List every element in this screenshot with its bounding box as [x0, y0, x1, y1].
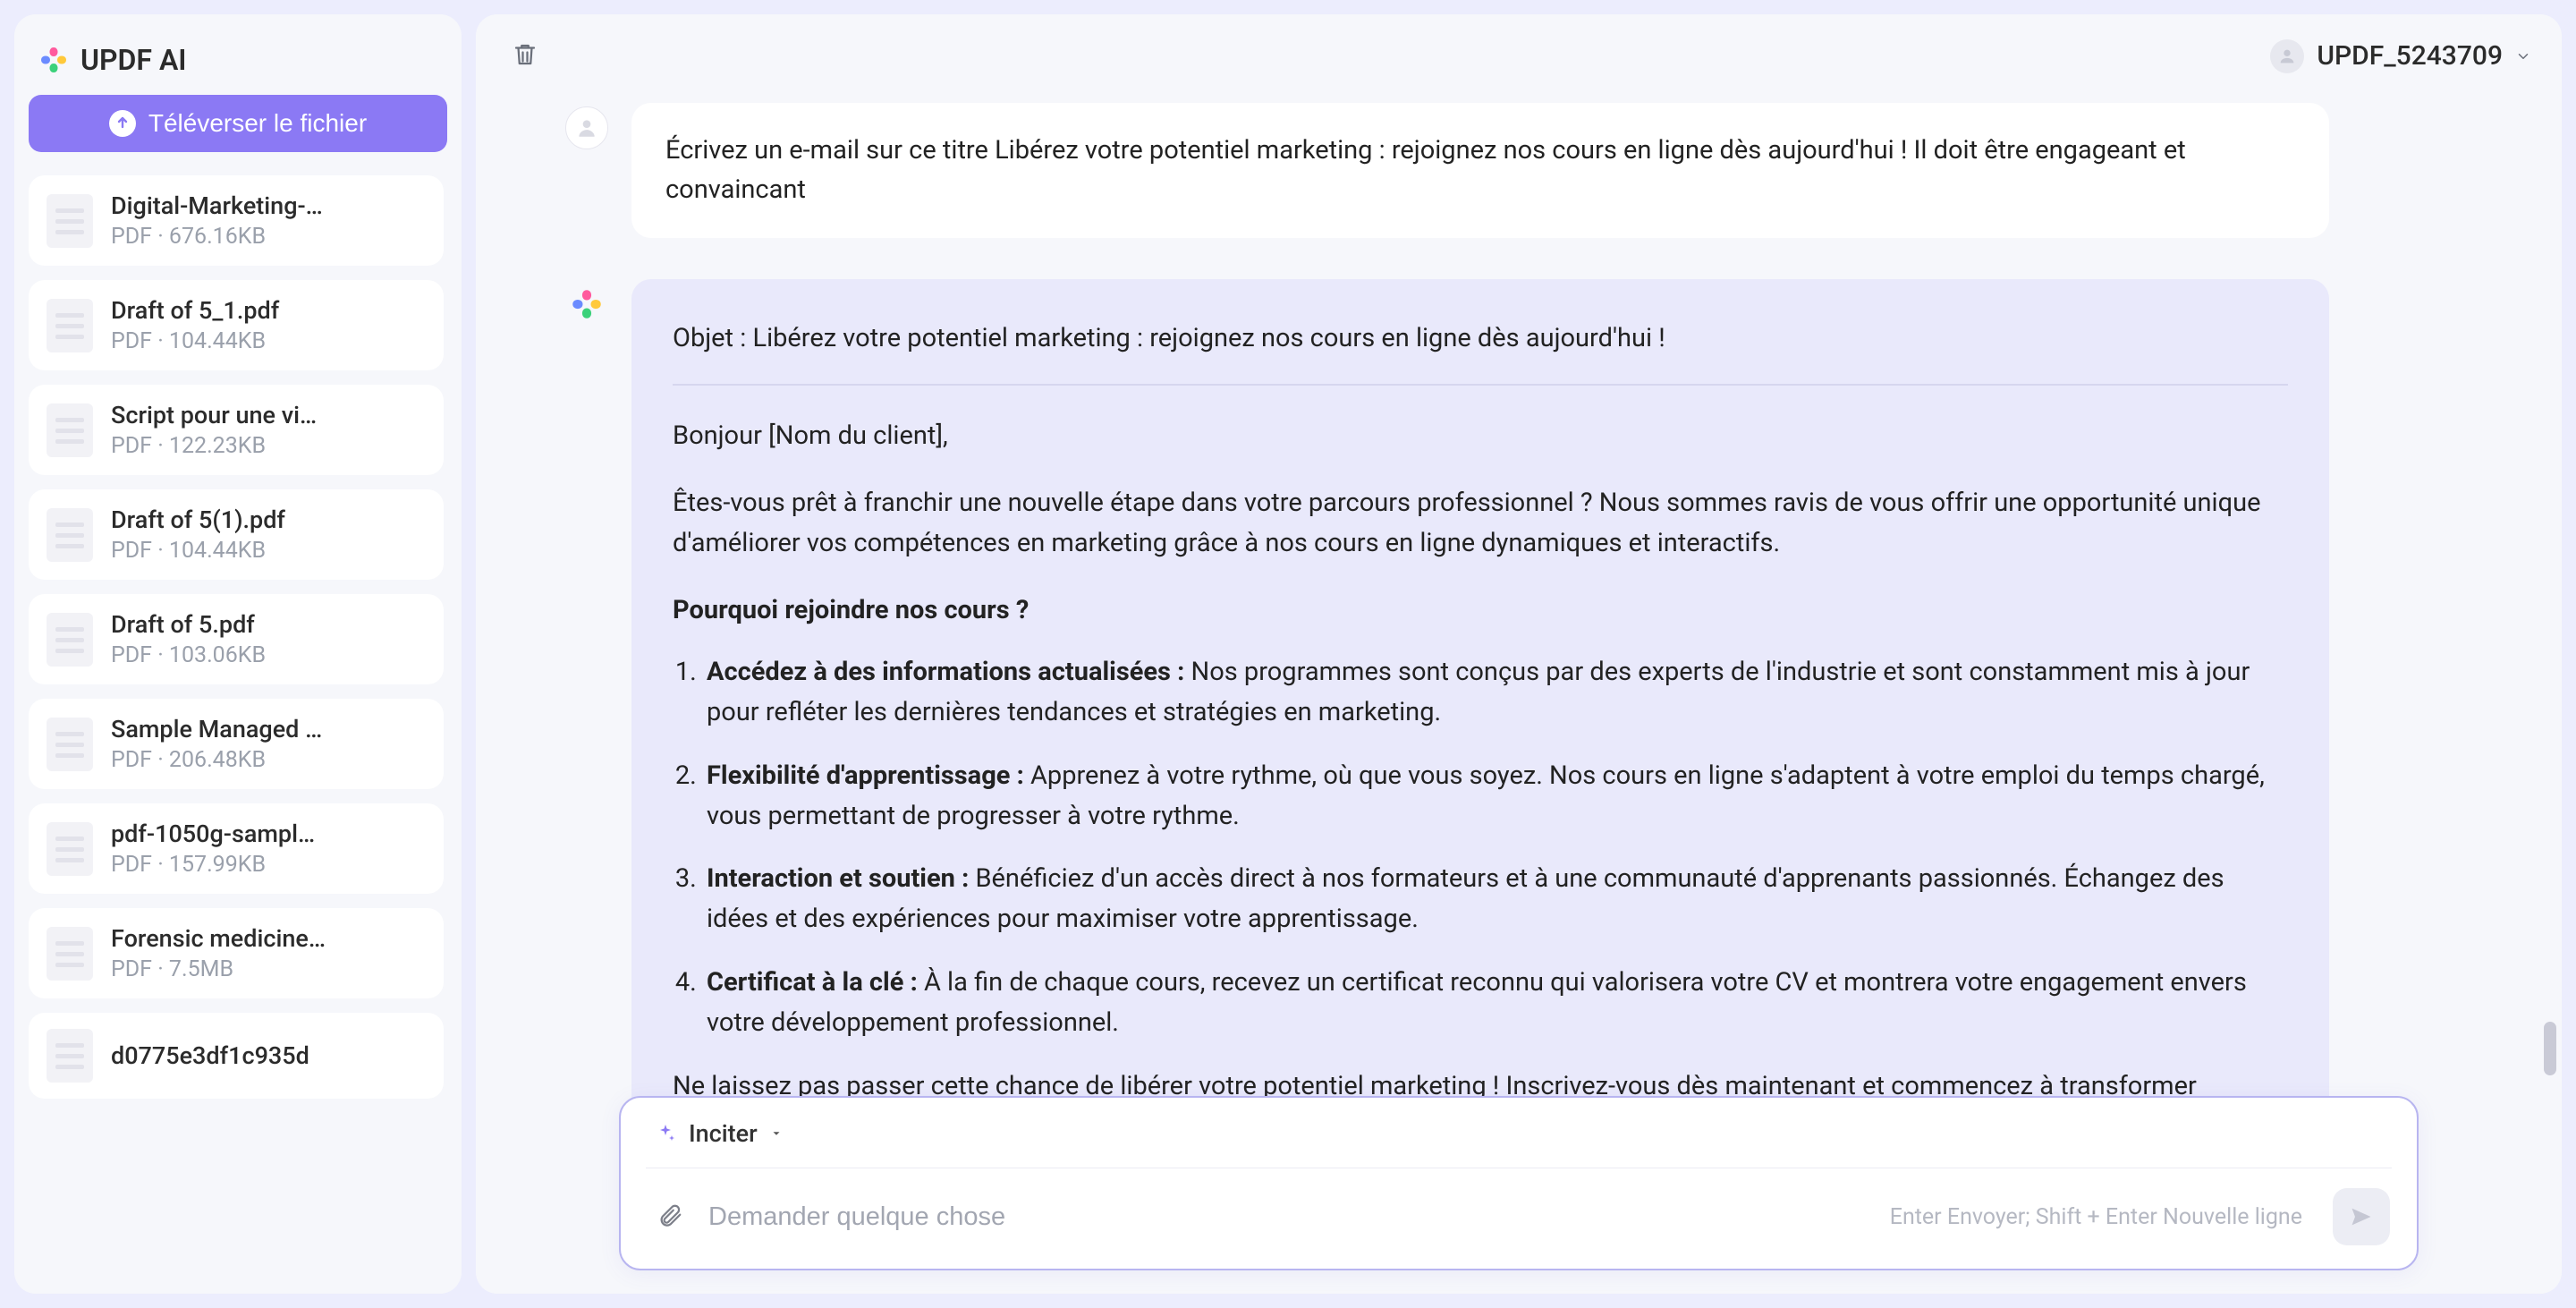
file-icon — [47, 403, 93, 457]
ai-point: Flexibilité d'apprentissage : Apprenez à… — [703, 756, 2288, 837]
username-label: UPDF_5243709 — [2317, 40, 2503, 72]
file-icon — [47, 927, 93, 981]
user-message-row: Écrivez un e-mail sur ce titre Libérez v… — [565, 103, 2329, 238]
app-title: UPDF AI — [80, 43, 187, 77]
ai-point-bold: Flexibilité d'apprentissage : — [707, 760, 1024, 791]
send-icon — [2349, 1204, 2374, 1229]
chat-input-container: Inciter Enter Envoyer; Shift + Enter Nou… — [619, 1096, 2419, 1270]
file-icon — [47, 613, 93, 667]
file-list[interactable]: Digital-Marketing-… PDF · 676.16KB Draft o… — [29, 175, 447, 1279]
file-meta: PDF · 122.23KB — [111, 433, 426, 459]
trash-icon — [512, 41, 538, 68]
chat-input[interactable] — [708, 1202, 1868, 1232]
chevron-down-icon — [2515, 48, 2531, 64]
ai-heading: Pourquoi rejoindre nos cours ? — [673, 590, 2288, 631]
file-meta: PDF · 103.06KB — [111, 642, 426, 668]
ai-message-bubble: Objet : Libérez votre potentiel marketin… — [631, 279, 2329, 1146]
file-icon — [47, 822, 93, 876]
user-menu[interactable]: UPDF_5243709 — [2270, 39, 2531, 73]
file-item[interactable]: pdf-1050g-sampl… PDF · 157.99KB — [29, 803, 444, 894]
file-meta: PDF · 104.44KB — [111, 538, 426, 564]
file-name: Draft of 5(1).pdf — [111, 505, 426, 534]
file-info: Sample Managed … PDF · 206.48KB — [111, 715, 426, 773]
ai-message-row: Objet : Libérez votre potentiel marketin… — [565, 279, 2329, 1146]
caret-down-icon — [770, 1127, 783, 1140]
ai-point-bold: Interaction et soutien : — [707, 863, 969, 894]
file-item[interactable]: Draft of 5_1.pdf PDF · 104.44KB — [29, 280, 444, 370]
user-message-bubble: Écrivez un e-mail sur ce titre Libérez v… — [631, 103, 2329, 238]
ai-point-bold: Certificat à la clé : — [707, 967, 918, 998]
scrollbar-thumb[interactable] — [2544, 1022, 2556, 1075]
ai-point: Certificat à la clé : À la fin de chaque… — [703, 963, 2288, 1043]
input-mode-row[interactable]: Inciter — [621, 1098, 2417, 1148]
upload-icon — [109, 110, 136, 137]
file-icon — [47, 508, 93, 562]
file-item[interactable]: Sample Managed … PDF · 206.48KB — [29, 699, 444, 789]
file-item[interactable]: Digital-Marketing-… PDF · 676.16KB — [29, 175, 444, 266]
file-item[interactable]: Forensic medicine… PDF · 7.5MB — [29, 908, 444, 998]
file-item[interactable]: Script pour une vi… PDF · 122.23KB — [29, 385, 444, 475]
divider — [673, 384, 2288, 386]
upload-button-label: Téléverser le fichier — [148, 109, 367, 138]
app-logo-icon — [39, 46, 68, 74]
file-info: d0775e3df1c935d — [111, 1041, 426, 1070]
ai-subject: Objet : Libérez votre potentiel marketin… — [673, 319, 2288, 359]
file-name: Sample Managed … — [111, 715, 426, 743]
user-avatar — [565, 106, 608, 149]
sidebar: UPDF AI Téléverser le fichier Digital-Ma… — [14, 14, 462, 1294]
file-name: Script pour une vi… — [111, 401, 426, 429]
ai-point: Accédez à des informations actualisées :… — [703, 652, 2288, 733]
file-item[interactable]: Draft of 5.pdf PDF · 103.06KB — [29, 594, 444, 684]
attach-button[interactable] — [653, 1199, 687, 1236]
file-name: pdf-1050g-sampl… — [111, 820, 426, 848]
file-info: Forensic medicine… PDF · 7.5MB — [111, 924, 426, 982]
file-meta: PDF · 157.99KB — [111, 852, 426, 878]
ai-logo-icon — [571, 288, 603, 320]
file-meta: PDF · 206.48KB — [111, 747, 426, 773]
file-item[interactable]: d0775e3df1c935d — [29, 1013, 444, 1099]
input-row: Enter Envoyer; Shift + Enter Nouvelle li… — [621, 1168, 2417, 1269]
file-info: Digital-Marketing-… PDF · 676.16KB — [111, 191, 426, 250]
sparkle-icon — [655, 1123, 676, 1144]
file-info: pdf-1050g-sampl… PDF · 157.99KB — [111, 820, 426, 878]
user-avatar-icon — [2270, 39, 2304, 73]
file-info: Draft of 5.pdf PDF · 103.06KB — [111, 610, 426, 668]
send-button[interactable] — [2333, 1188, 2390, 1245]
file-name: d0775e3df1c935d — [111, 1041, 426, 1070]
person-icon — [575, 116, 598, 140]
ai-intro: Êtes-vous prêt à franchir une nouvelle é… — [673, 483, 2288, 564]
file-meta: PDF · 7.5MB — [111, 956, 426, 982]
file-meta: PDF · 676.16KB — [111, 224, 426, 250]
ai-points-list: Accédez à des informations actualisées :… — [673, 652, 2288, 1044]
file-icon — [47, 299, 93, 352]
file-name: Draft of 5_1.pdf — [111, 296, 426, 325]
file-name: Digital-Marketing-… — [111, 191, 426, 220]
file-meta: PDF · 104.44KB — [111, 328, 426, 354]
upload-button[interactable]: Téléverser le fichier — [29, 95, 447, 152]
input-mode-label: Inciter — [689, 1119, 758, 1148]
paperclip-icon — [657, 1202, 683, 1229]
file-icon — [47, 718, 93, 771]
main-panel: UPDF_5243709 Écrivez un e-mail sur ce ti… — [476, 14, 2562, 1294]
file-item[interactable]: Draft of 5(1).pdf PDF · 104.44KB — [29, 489, 444, 580]
sidebar-header: UPDF AI — [29, 36, 447, 95]
topbar: UPDF_5243709 — [476, 14, 2562, 85]
app-root: UPDF AI Téléverser le fichier Digital-Ma… — [0, 0, 2576, 1308]
file-info: Draft of 5(1).pdf PDF · 104.44KB — [111, 505, 426, 564]
scrollbar[interactable] — [2544, 41, 2556, 1267]
ai-point-text: À la fin de chaque cours, recevez un cer… — [707, 967, 2247, 1038]
ai-greeting: Bonjour [Nom du client], — [673, 416, 2288, 456]
ai-point-bold: Accédez à des informations actualisées : — [707, 657, 1184, 687]
file-name: Forensic medicine… — [111, 924, 426, 953]
delete-button[interactable] — [506, 36, 544, 76]
file-icon — [47, 194, 93, 248]
file-icon — [47, 1029, 93, 1083]
file-info: Script pour une vi… PDF · 122.23KB — [111, 401, 426, 459]
file-info: Draft of 5_1.pdf PDF · 104.44KB — [111, 296, 426, 354]
ai-point: Interaction et soutien : Bénéficiez d'un… — [703, 859, 2288, 939]
input-hint: Enter Envoyer; Shift + Enter Nouvelle li… — [1890, 1204, 2302, 1230]
file-name: Draft of 5.pdf — [111, 610, 426, 639]
ai-avatar — [565, 283, 608, 326]
